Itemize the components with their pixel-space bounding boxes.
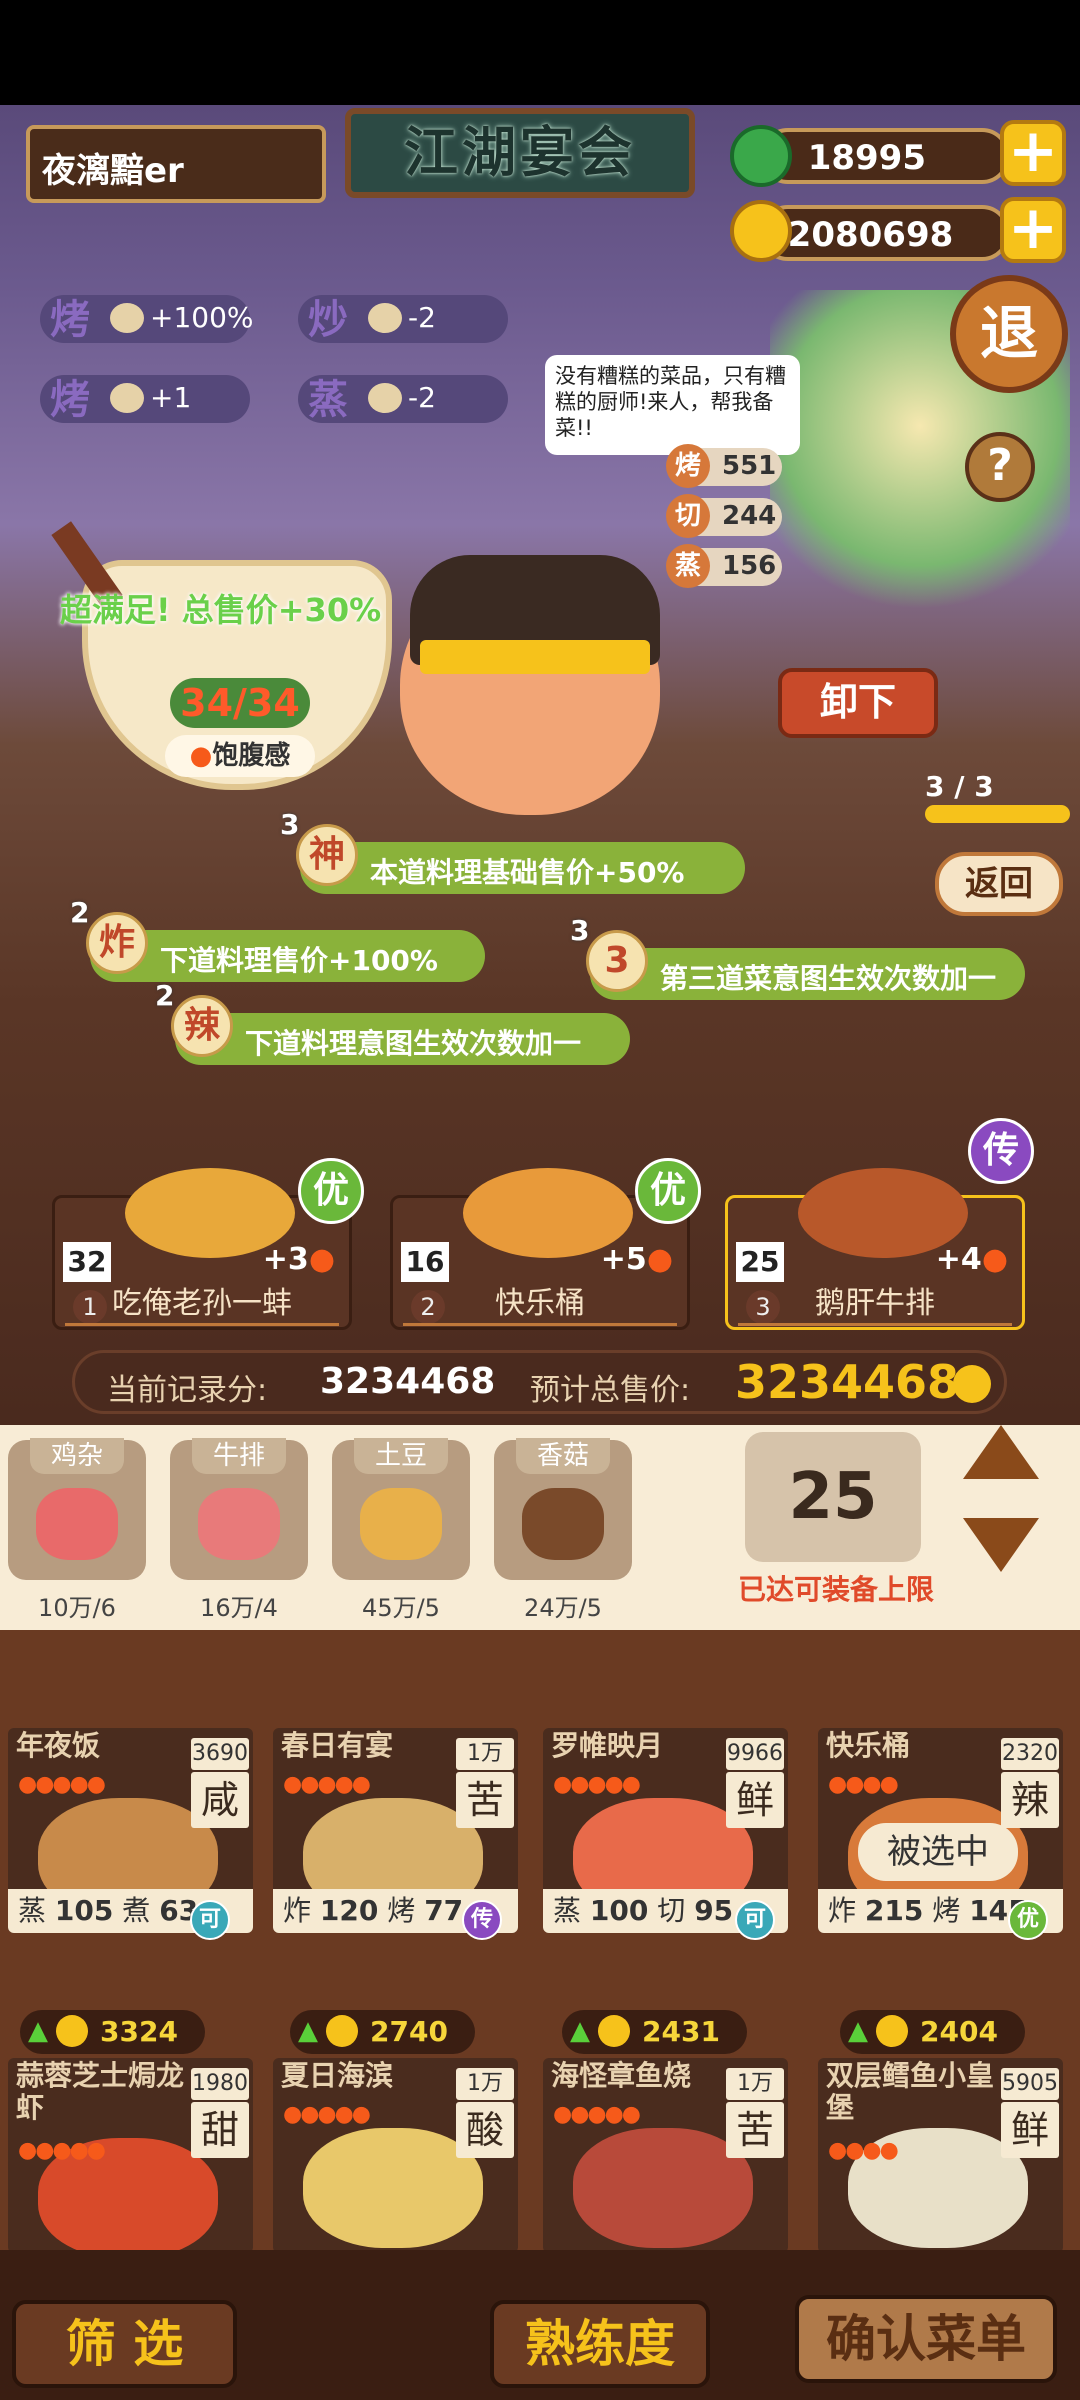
grade-badge: 可 (735, 1900, 775, 1940)
buff-icon (110, 383, 144, 413)
decrease-arrow-icon[interactable] (963, 1518, 1039, 1572)
ingredient-item[interactable]: 香菇 24万/5 (494, 1438, 632, 1622)
grade-badge: 可 (190, 1900, 230, 1940)
ingredient-icon (198, 1488, 280, 1560)
dish-slot-1[interactable]: 32 +3● 1 吃俺老孙一蚌 (52, 1168, 352, 1330)
buff-icon (110, 303, 144, 333)
jade-icon (730, 125, 792, 187)
flame-rating: ●●●●● (553, 1772, 641, 1797)
bottom-bar: 筛 选 熟练度 确认菜单 (0, 2250, 1080, 2400)
player-name: 夜漓黯er (26, 125, 326, 203)
buff-item: 蒸 -2 (298, 375, 508, 423)
menu-dish[interactable]: 海怪章鱼烧 1万苦 ●●●●● (543, 2058, 788, 2253)
gold-coin-icon (598, 2015, 630, 2047)
effect-tag: 2 炸下道料理售价+100% (70, 896, 485, 982)
score-bar: 当前记录分: 3234468 预计总售价: 3234468 (72, 1350, 1007, 1414)
buff-icon (368, 303, 402, 333)
buff-item: 炒 -2 (298, 295, 508, 343)
total-price: 3234468 (735, 1355, 960, 1409)
flame-rating: ●●●●● (553, 2102, 641, 2127)
grade-badge: 优 (1008, 1900, 1048, 1940)
gold-coin-icon (56, 2015, 88, 2047)
flame-rating: ●●●● (828, 1772, 899, 1797)
back-button[interactable]: 返回 (935, 852, 1063, 916)
help-button[interactable]: ? (965, 432, 1035, 502)
jade-amount: 18995 (760, 128, 1010, 184)
grade-badge: 传 (968, 1118, 1034, 1184)
flame-rating: ●●●●● (18, 1772, 106, 1797)
price-gain: ▲ 3324 (20, 2010, 205, 2054)
gold-coin-icon (326, 2015, 358, 2047)
flame-rating: ●●●●● (283, 2102, 371, 2127)
page-title: 江湖宴会 (345, 108, 695, 198)
flame-icon: ● (646, 1242, 673, 1277)
add-jade-button[interactable]: + (1000, 120, 1066, 186)
npc-stat: 烤 551 (666, 444, 782, 488)
dish-slot-3[interactable]: 25 +4● 3 鹅肝牛排 (725, 1168, 1025, 1330)
ingredient-item[interactable]: 牛排 16万/4 (170, 1438, 308, 1622)
chef-headband (420, 640, 650, 674)
effect-tag: 3 神本道料理基础售价+50% (280, 808, 745, 894)
flame-rating: ●●●●● (283, 1772, 371, 1797)
record-score: 3234468 (320, 1361, 496, 1402)
flame-rating: ●●●●● (18, 2138, 106, 2163)
grade-badge: 传 (462, 1900, 502, 1940)
price-gain: ▲ 2404 (840, 2010, 1025, 2054)
ingredient-icon (36, 1488, 118, 1560)
price-gain: ▲ 2431 (562, 2010, 747, 2054)
limit-text: 已达可装备上限 (738, 1573, 935, 1606)
gold-amount: 82080698 (760, 205, 1010, 261)
progress-bar (925, 805, 1070, 823)
exit-button[interactable]: 退 (950, 275, 1068, 393)
unload-button[interactable]: 卸下 (778, 668, 938, 738)
buff-item: 烤 +100% (40, 295, 254, 343)
flame-rating: ●●●● (828, 2138, 899, 2163)
gold-coin-icon (953, 1365, 991, 1403)
menu-dish[interactable]: 夏日海滨 1万酸 ●●●●● (273, 2058, 518, 2253)
flame-icon: ● (981, 1242, 1008, 1277)
ingredient-icon (522, 1488, 604, 1560)
menu-grid: 年夜饭 3690 咸 ●●●●● 蒸 105 煮 63 可 ▲ 3324 春日有宴 1万… (0, 1630, 1080, 2253)
buff-item: 烤 +1 (40, 375, 250, 423)
ingredient-icon (360, 1488, 442, 1560)
satiety-label: ●饱腹感 (165, 735, 315, 777)
add-gold-button[interactable]: + (1000, 197, 1066, 263)
gold-coin-icon (730, 200, 792, 262)
price-gain: ▲ 2740 (290, 2010, 475, 2054)
npc-stat: 切 244 (666, 494, 782, 538)
grade-badge: 优 (635, 1158, 701, 1224)
quantity-value: 25 (745, 1432, 921, 1562)
menu-dish[interactable]: 双层鳕鱼小皇堡 5905 鲜 ●●●● (818, 2058, 1063, 2253)
satiety-count: 34/34 (170, 678, 310, 728)
menu-dish[interactable]: 蒜蓉芝士焗龙虾 1980 甜 ●●●●● (8, 2058, 253, 2253)
npc-stat: 蒸 156 (666, 544, 782, 588)
flame-icon: ● (308, 1242, 335, 1277)
confirm-menu-button[interactable]: 确认菜单 (795, 2295, 1057, 2383)
satiety-bonus-text: 超满足! 总售价+30% (60, 591, 382, 629)
grade-badge: 优 (298, 1158, 364, 1224)
npc-speech-bubble: 没有糟糕的菜品，只有糟糕的厨师!来人，帮我备菜!! (545, 355, 800, 455)
proficiency-button[interactable]: 熟练度 (490, 2300, 710, 2388)
effect-tag: 2 辣下道料理意图生效次数加一 (155, 979, 630, 1065)
effect-tag: 3 3 第三道菜意图生效次数加一 (570, 914, 1025, 1000)
filter-button[interactable]: 筛 选 (12, 2300, 237, 2388)
buff-icon (368, 383, 402, 413)
selected-label: 被选中 (858, 1823, 1018, 1881)
slot-progress: 3 / 3 (925, 770, 994, 803)
gold-coin-icon (876, 2015, 908, 2047)
ingredient-item[interactable]: 鸡杂 10万/6 (8, 1438, 146, 1622)
ingredient-item[interactable]: 土豆 45万/5 (332, 1438, 470, 1622)
increase-arrow-icon[interactable] (963, 1425, 1039, 1479)
flame-icon: ● (189, 741, 213, 771)
